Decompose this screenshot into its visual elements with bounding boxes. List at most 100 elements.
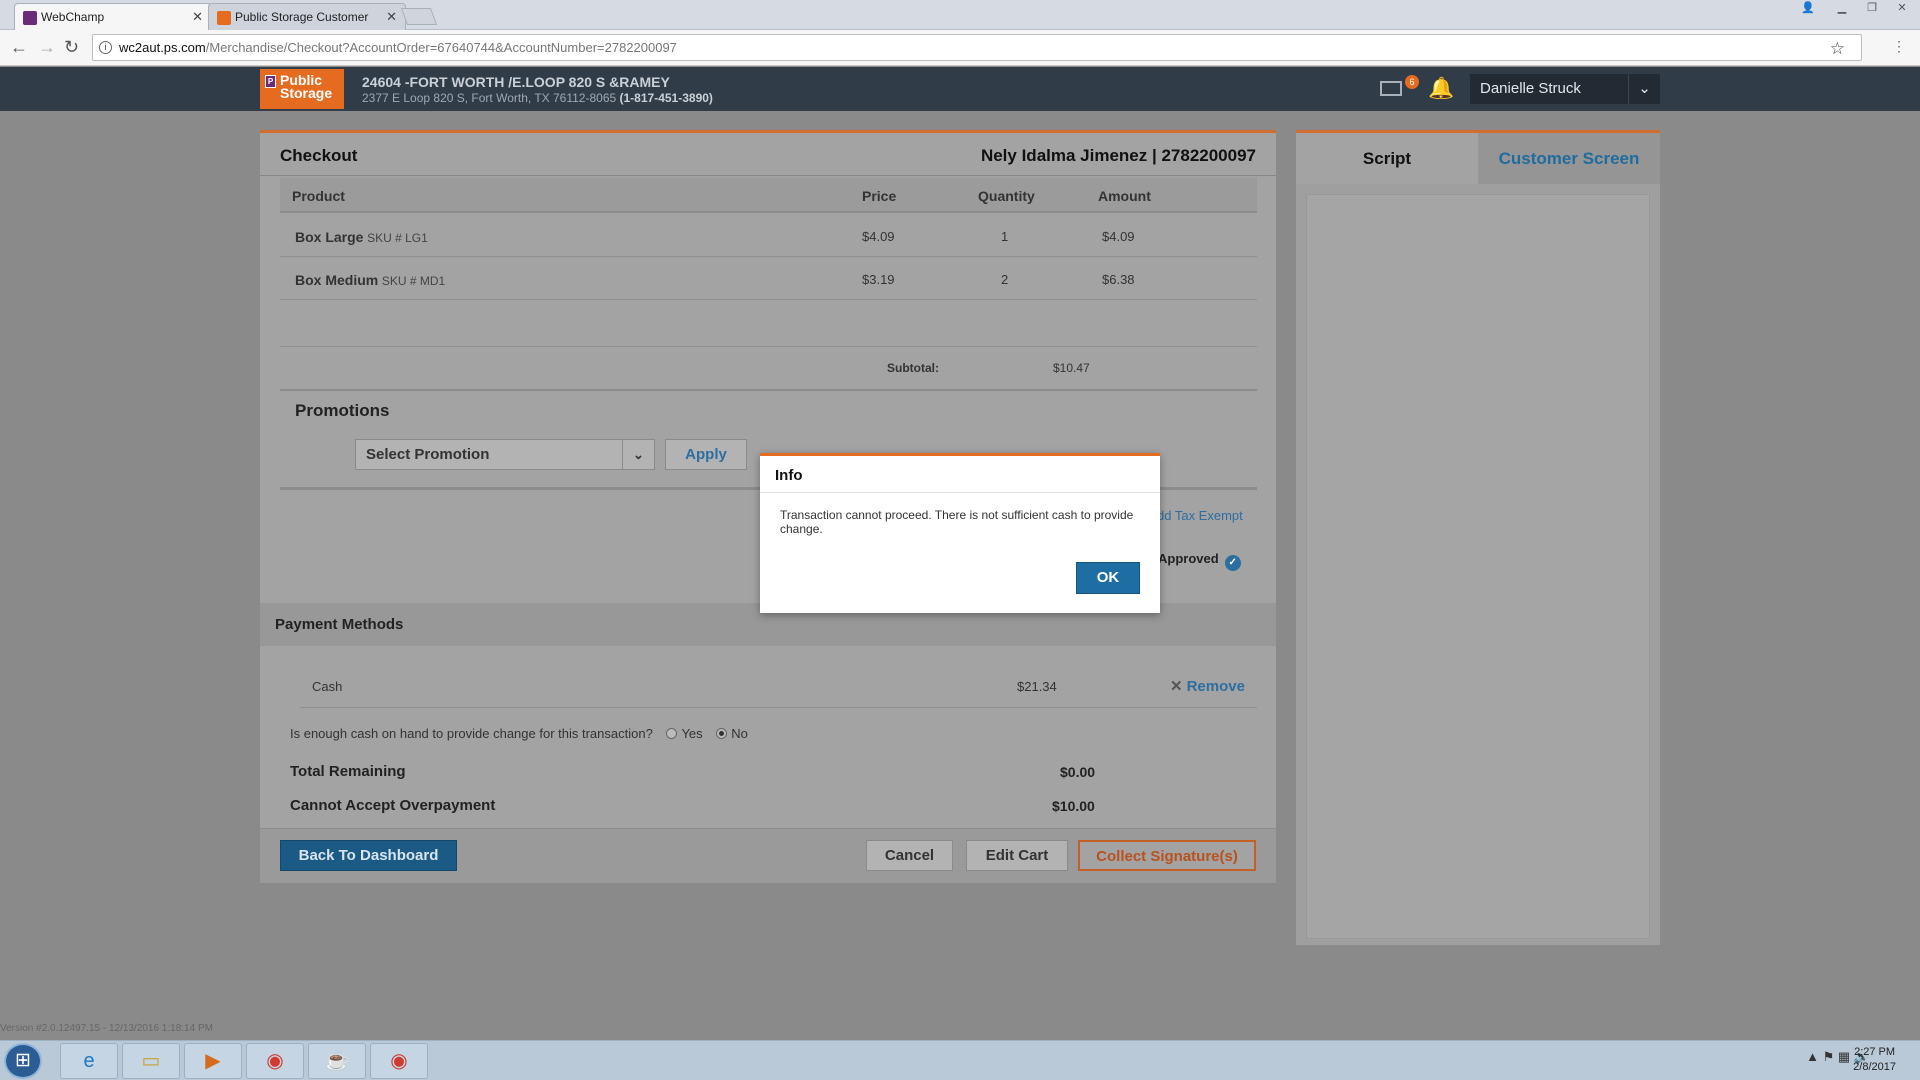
windows-taskbar: e ▭ ▶ ◉ ☕ ◉ ▲ ⚑ ▦ 🔊 2:27 PM 2/8/2017 xyxy=(0,1040,1920,1080)
payment-method-row: Cash $21.34 ✕ Remove xyxy=(300,668,1257,708)
change-question: Is enough cash on hand to provide change… xyxy=(290,726,748,741)
address-bar[interactable]: i wc2aut.ps.com/Merchandise/Checkout?Acc… xyxy=(92,34,1862,61)
product-quantity: 1 xyxy=(1001,229,1009,244)
product-price: $4.09 xyxy=(862,229,895,244)
edit-cart-button[interactable]: Edit Cart xyxy=(966,840,1068,871)
products-table-header: Product Price Quantity Amount xyxy=(280,178,1257,213)
product-sku: SKU # MD1 xyxy=(381,274,446,288)
ok-button[interactable]: OK xyxy=(1076,562,1140,594)
store-phone: (1-817-451-3890) xyxy=(619,91,713,105)
tray-expand-icon[interactable]: ▲ xyxy=(1806,1049,1819,1064)
col-amount: Amount xyxy=(1098,188,1151,204)
version-text: Version #2.0.12497.15 - 12/13/2016 1:18:… xyxy=(0,1023,213,1034)
yes-radio[interactable] xyxy=(666,728,678,739)
store-name: 24604 -FORT WORTH /E.LOOP 820 S &RAMEY xyxy=(362,74,670,90)
subtotal-label: Subtotal: xyxy=(887,361,939,375)
product-name: Box Large xyxy=(295,229,364,245)
payment-methods-heading: Payment Methods xyxy=(275,616,404,633)
checkout-title-row: Checkout Nely Idalma Jimenez | 278220009… xyxy=(260,133,1276,176)
file-explorer-icon[interactable]: ▭ xyxy=(122,1043,180,1079)
bookmark-star-icon[interactable]: ☆ xyxy=(1830,36,1845,61)
minimize-button[interactable]: ▁ xyxy=(1830,0,1854,18)
chevron-down-icon[interactable]: ⌄ xyxy=(622,440,654,469)
no-label: No xyxy=(731,726,748,741)
profile-icon[interactable]: 👤 xyxy=(1796,0,1820,18)
public-storage-logo[interactable]: P Public Storage xyxy=(260,69,344,109)
start-button[interactable] xyxy=(4,1043,42,1079)
logo-line2: Storage xyxy=(280,85,333,101)
promotion-select-value: Select Promotion xyxy=(366,446,490,463)
product-name: Box Medium xyxy=(295,272,379,288)
product-quantity: 2 xyxy=(1001,272,1009,287)
dialog-message: Transaction cannot proceed. There is not… xyxy=(780,508,1134,536)
restore-button[interactable]: ❐ xyxy=(1860,0,1884,18)
tab-script[interactable]: Script xyxy=(1296,133,1478,184)
browser-toolbar: ← → ↻ i wc2aut.ps.com/Merchandise/Checko… xyxy=(0,30,1920,66)
internet-explorer-icon[interactable]: e xyxy=(60,1043,118,1079)
bell-icon[interactable]: 🔔 xyxy=(1428,77,1454,101)
table-row: Box Large SKU # LG1 $4.09 1 $4.09 xyxy=(280,215,1257,257)
remove-payment-button[interactable]: ✕ Remove xyxy=(1170,677,1245,695)
collect-signatures-button[interactable]: Collect Signature(s) xyxy=(1078,840,1256,871)
product-amount: $6.38 xyxy=(1102,272,1135,287)
clock[interactable]: 2:27 PM 2/8/2017 xyxy=(1853,1045,1896,1075)
url-host: wc2aut.ps.com xyxy=(119,40,206,55)
user-name: Danielle Struck xyxy=(1480,80,1581,97)
payment-method-name: Cash xyxy=(312,679,343,694)
cancel-button[interactable]: Cancel xyxy=(866,840,953,871)
product-price: $3.19 xyxy=(862,272,895,287)
close-window-button[interactable]: ✕ xyxy=(1890,0,1914,18)
logo-mark-icon: P xyxy=(265,75,276,88)
close-tab-icon[interactable]: ✕ xyxy=(192,4,203,30)
info-icon[interactable]: i xyxy=(99,41,112,54)
add-tax-exempt-link[interactable]: dd Tax Exempt xyxy=(1157,508,1243,523)
chrome-icon[interactable]: ◉ xyxy=(246,1043,304,1079)
subtotal-row: Subtotal: $10.47 xyxy=(280,346,1257,391)
clock-time: 2:27 PM xyxy=(1854,1046,1896,1058)
chrome-icon[interactable]: ◉ xyxy=(370,1043,428,1079)
total-remaining-label: Total Remaining xyxy=(290,763,406,780)
chevron-down-icon[interactable]: ⌄ xyxy=(1628,74,1660,104)
product-sku: SKU # LG1 xyxy=(367,231,428,245)
back-arrow-icon[interactable]: ← xyxy=(10,37,28,58)
public-storage-favicon-icon xyxy=(217,11,231,25)
new-tab-button[interactable] xyxy=(400,8,438,25)
product-amount: $4.09 xyxy=(1102,229,1135,244)
apply-promotion-button[interactable]: Apply xyxy=(665,439,747,470)
action-center-icon[interactable]: ⚑ xyxy=(1823,1049,1835,1064)
approved-label: Approved xyxy=(1158,551,1219,566)
clock-date: 2/8/2017 xyxy=(1853,1061,1896,1073)
yes-label: Yes xyxy=(681,726,703,741)
script-content xyxy=(1306,194,1650,939)
promotions-heading: Promotions xyxy=(295,401,390,420)
checkout-footer: Back To Dashboard Cancel Edit Cart Colle… xyxy=(260,828,1276,883)
media-player-icon[interactable]: ▶ xyxy=(184,1043,242,1079)
col-product: Product xyxy=(292,188,345,204)
user-menu[interactable]: Danielle Struck ⌄ xyxy=(1470,74,1660,104)
browser-tab-customer[interactable]: Public Storage Customer ✕ xyxy=(208,3,406,30)
tab-customer-screen[interactable]: Customer Screen xyxy=(1478,133,1660,184)
info-dialog: Info Transaction cannot proceed. There i… xyxy=(760,453,1160,613)
browser-menu-icon[interactable]: ⋮ xyxy=(1892,38,1906,55)
app-header: P Public Storage 24604 -FORT WORTH /E.LO… xyxy=(0,67,1920,111)
back-to-dashboard-button[interactable]: Back To Dashboard xyxy=(280,840,457,871)
change-question-text: Is enough cash on hand to provide change… xyxy=(290,726,653,741)
network-icon[interactable]: ▦ xyxy=(1838,1049,1850,1064)
payment-method-amount: $21.34 xyxy=(1017,679,1057,694)
url-path: /Merchandise/Checkout?AccountOrder=67640… xyxy=(205,40,677,55)
side-panel: Script Customer Screen xyxy=(1296,130,1660,945)
browser-tab-webchamp[interactable]: WebChamp ✕ xyxy=(14,3,212,30)
close-tab-icon[interactable]: ✕ xyxy=(386,4,397,30)
dialog-title: Info xyxy=(760,456,1160,493)
mail-icon[interactable] xyxy=(1380,81,1402,96)
close-icon: ✕ xyxy=(1170,678,1183,695)
no-radio[interactable] xyxy=(716,728,728,739)
remove-label: Remove xyxy=(1186,678,1245,695)
col-price: Price xyxy=(862,188,897,204)
promotion-select[interactable]: Select Promotion ⌄ xyxy=(355,439,655,470)
browser-tabstrip: WebChamp ✕ Public Storage Customer ✕ 👤 ▁… xyxy=(0,0,1920,30)
approved-status: Approved ✓ xyxy=(1158,551,1241,571)
java-ide-icon[interactable]: ☕ xyxy=(308,1043,366,1079)
reload-icon[interactable]: ↻ xyxy=(64,37,79,58)
forward-arrow-icon[interactable]: → xyxy=(38,37,56,58)
